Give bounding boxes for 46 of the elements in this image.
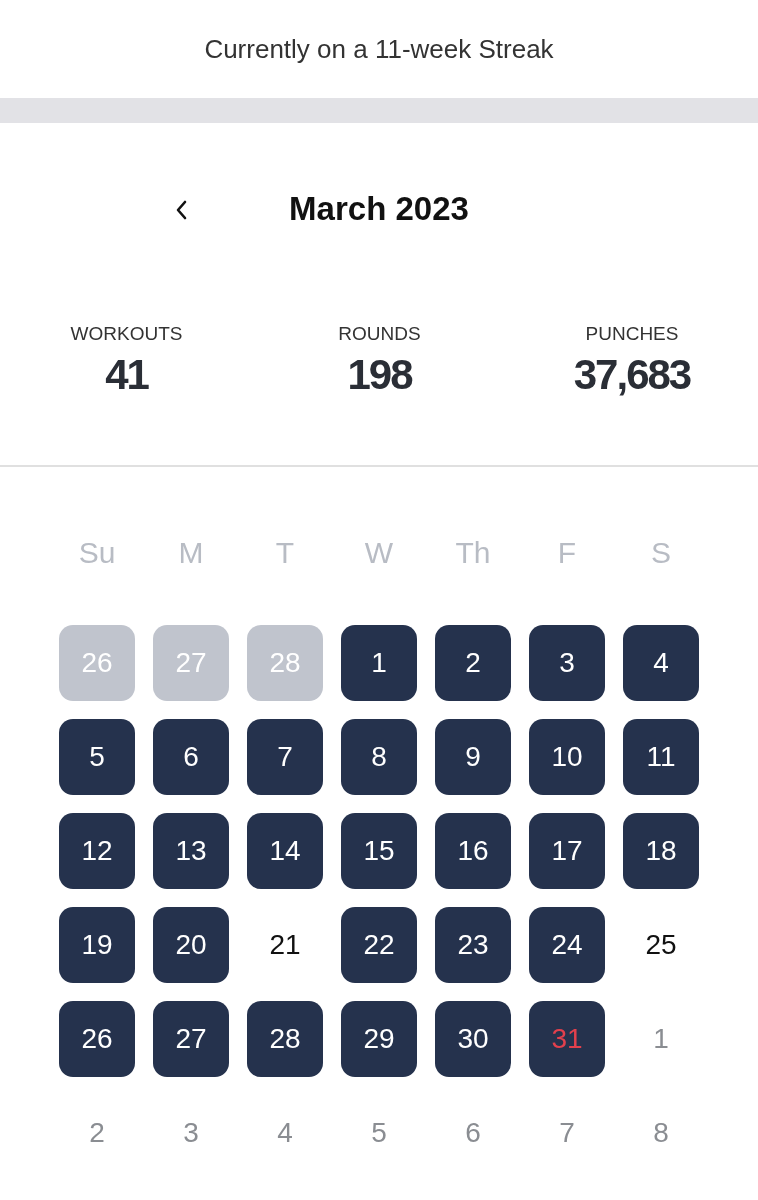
stat-value: 41 bbox=[105, 351, 148, 399]
weekday-label: M bbox=[178, 536, 204, 570]
streak-text: Currently on a 11-week Streak bbox=[203, 32, 555, 66]
calendar-day[interactable]: 27 bbox=[153, 1001, 229, 1077]
calendar-day[interactable]: 5 bbox=[59, 719, 135, 795]
calendar-day[interactable]: 7 bbox=[247, 719, 323, 795]
calendar-day[interactable]: 26 bbox=[59, 1001, 135, 1077]
calendar-day[interactable]: 11 bbox=[623, 719, 699, 795]
calendar-day[interactable]: 18 bbox=[623, 813, 699, 889]
weekday-label: Su bbox=[78, 536, 116, 570]
calendar-day[interactable]: 23 bbox=[435, 907, 511, 983]
stat-value: 37,683 bbox=[573, 351, 691, 399]
calendar-day[interactable]: 8 bbox=[341, 719, 417, 795]
calendar-day[interactable]: 24 bbox=[529, 907, 605, 983]
calendar-day[interactable]: 30 bbox=[435, 1001, 511, 1077]
weekday-label: Th bbox=[455, 536, 491, 570]
calendar-day[interactable]: 28 bbox=[247, 1001, 323, 1077]
weekday-label: S bbox=[651, 536, 671, 570]
weekday-label: F bbox=[557, 536, 577, 570]
weekday-label: W bbox=[364, 536, 394, 570]
stat-label: WORKOUTS bbox=[70, 323, 183, 345]
month-title: March 2023 bbox=[289, 190, 469, 228]
calendar-day[interactable]: 29 bbox=[341, 1001, 417, 1077]
calendar-day[interactable]: 17 bbox=[529, 813, 605, 889]
calendar-day[interactable]: 22 bbox=[341, 907, 417, 983]
calendar-day[interactable]: 19 bbox=[59, 907, 135, 983]
calendar-day[interactable]: 15 bbox=[341, 813, 417, 889]
calendar-day[interactable]: 6 bbox=[153, 719, 229, 795]
calendar-day[interactable]: 4 bbox=[623, 625, 699, 701]
stat-label: PUNCHES bbox=[585, 323, 679, 345]
calendar-day[interactable]: 14 bbox=[247, 813, 323, 889]
calendar-day[interactable]: 12 bbox=[59, 813, 135, 889]
chevron-left-icon bbox=[174, 199, 188, 221]
weekday-label: T bbox=[275, 536, 295, 570]
stat-label: ROUNDS bbox=[338, 323, 421, 345]
calendar-day[interactable]: 3 bbox=[529, 625, 605, 701]
calendar-day[interactable]: 1 bbox=[341, 625, 417, 701]
calendar-day[interactable]: 9 bbox=[435, 719, 511, 795]
calendar-day[interactable]: 25 bbox=[623, 907, 699, 983]
calendar-day[interactable]: 10 bbox=[529, 719, 605, 795]
calendar-day[interactable]: 21 bbox=[247, 907, 323, 983]
calendar-day[interactable]: 13 bbox=[153, 813, 229, 889]
calendar-day[interactable]: 2 bbox=[435, 625, 511, 701]
calendar-day[interactable]: 16 bbox=[435, 813, 511, 889]
calendar-day[interactable]: 20 bbox=[153, 907, 229, 983]
stat-value: 198 bbox=[347, 351, 412, 399]
